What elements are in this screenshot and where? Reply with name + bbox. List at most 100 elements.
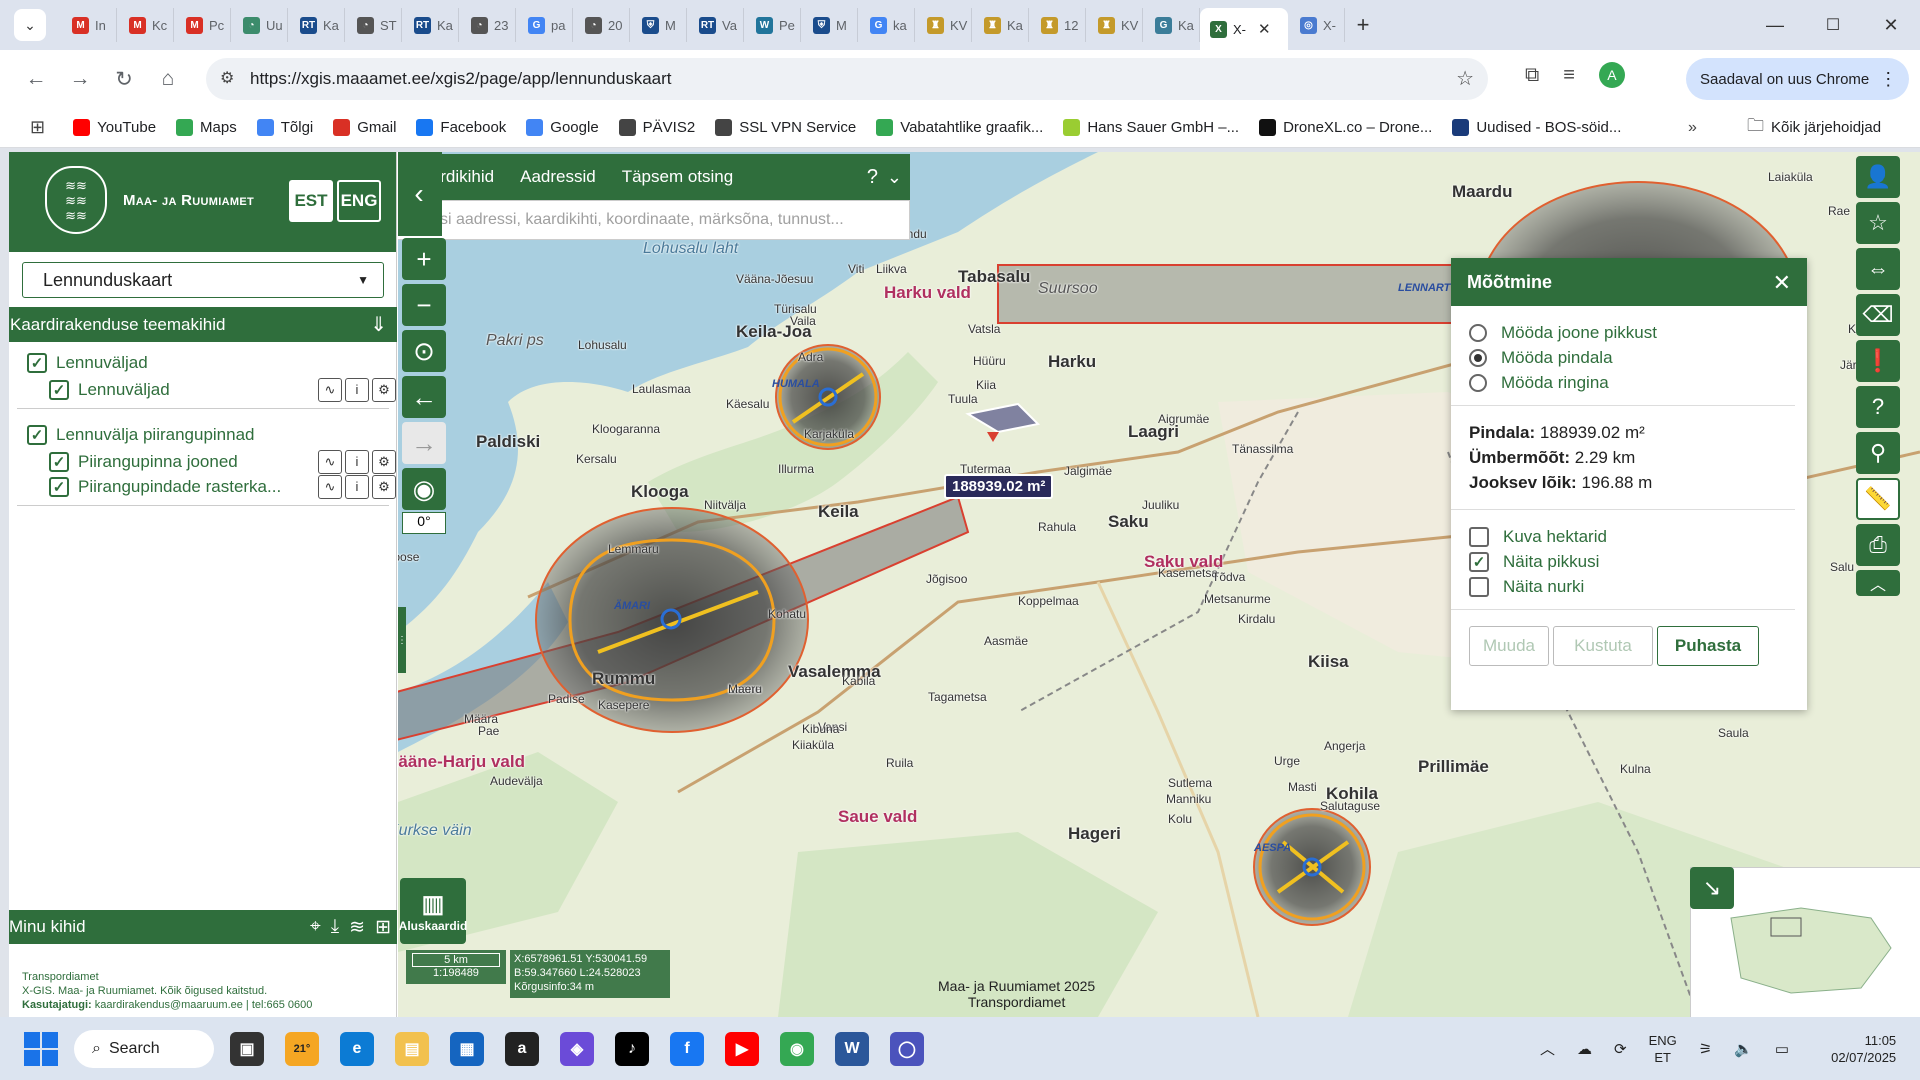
layer-item[interactable]: ✓ Lennuväljad ∿ i ⚙	[9, 377, 397, 402]
extensions-icon[interactable]: ⧉	[1525, 64, 1539, 87]
taskbar-search[interactable]: ⌕ Search	[74, 1029, 214, 1068]
bookmark-item[interactable]: Tõlgi	[256, 119, 313, 136]
bookmark-item[interactable]: YouTube	[73, 119, 156, 136]
measure-option[interactable]: Mööda pindala	[1469, 345, 1777, 370]
bookmark-star-icon[interactable]: ☆	[1456, 66, 1474, 91]
browser-tab[interactable]: ◔ 20	[573, 8, 630, 42]
lang-eng-button[interactable]: ENG	[337, 180, 381, 222]
browser-tab[interactable]: ◔ 23	[459, 8, 516, 42]
location-button[interactable]: ⚲	[1856, 432, 1900, 474]
browser-tab[interactable]: RT Ka	[402, 8, 459, 42]
user-button[interactable]: 👤	[1856, 156, 1900, 198]
taskbar-word-icon[interactable]: W	[835, 1031, 869, 1066]
battery-icon[interactable]: ▭	[1775, 1040, 1789, 1058]
taskbar-youtube-icon[interactable]: ▶	[725, 1031, 759, 1066]
update-chrome-button[interactable]: Saadaval on uus Chrome ⋮	[1686, 58, 1910, 100]
bookmark-item[interactable]: PÄVIS2	[618, 119, 695, 136]
apps-grid-icon[interactable]: ⊞	[30, 117, 45, 138]
legend-icon[interactable]: ∿	[318, 377, 342, 402]
collapse-sidebar-button[interactable]: ‹	[398, 152, 442, 236]
collapse-icon[interactable]: ⌄	[887, 167, 902, 188]
north-button[interactable]: ◉	[402, 468, 446, 510]
measure-button[interactable]: 📏	[1856, 478, 1900, 520]
layer-item[interactable]: ✓ Piirangupindade rasterka... ∿ i ⚙	[9, 474, 397, 499]
clear-button[interactable]: Puhasta	[1657, 626, 1759, 666]
measure-checkbox-row[interactable]: Näita nurki	[1469, 574, 1777, 599]
more-bookmarks-icon[interactable]: »	[1688, 119, 1697, 137]
bookmark-item[interactable]: Google	[526, 119, 599, 136]
clock[interactable]: 11:05 02/07/2025	[1831, 1032, 1896, 1066]
taskbar-file-explorer-icon[interactable]: ▤	[395, 1031, 429, 1066]
browser-tab[interactable]: ♜ KV	[1086, 8, 1143, 42]
taskbar-facebook-icon[interactable]: f	[670, 1031, 704, 1066]
back-button[interactable]: ←	[14, 59, 58, 99]
kebab-menu-icon[interactable]: ⋮	[1879, 69, 1897, 90]
browser-tab[interactable]: M In	[60, 8, 117, 42]
browser-tab-active[interactable]: X X- ✕	[1200, 8, 1288, 50]
taskbar-edge-icon[interactable]: e	[340, 1031, 374, 1066]
settings-icon[interactable]: ⚙	[372, 474, 396, 499]
home-button[interactable]: ⌂	[146, 59, 190, 99]
wifi-icon[interactable]: ⚞	[1699, 1040, 1712, 1058]
browser-tab[interactable]: ◔ Uu	[231, 8, 288, 42]
info-icon[interactable]: i	[345, 474, 369, 499]
layer-checkbox[interactable]: ✓	[49, 476, 69, 497]
lang-est-button[interactable]: EST	[289, 180, 333, 222]
browser-tab[interactable]: Gka	[858, 8, 915, 42]
search-box[interactable]: ⌕ Otsi aadressi, kaardikihti, koordinaat…	[398, 200, 910, 240]
browser-tab[interactable]: M Kc	[117, 8, 174, 42]
bookmark-item[interactable]: SSL VPN Service	[715, 119, 856, 136]
expand-overview-button[interactable]: ↘	[1690, 867, 1734, 909]
measure-option[interactable]: Mööda joone pikkust	[1469, 320, 1777, 345]
add-folder-icon[interactable]: ⊞	[375, 916, 391, 939]
compare-button[interactable]: ⇔	[1856, 248, 1900, 290]
chevron-up-icon[interactable]: ︿	[1540, 1038, 1555, 1059]
help-button[interactable]: ?	[1856, 386, 1900, 428]
measure-option[interactable]: Mööda ringina	[1469, 370, 1777, 395]
help-icon[interactable]: ?	[867, 166, 878, 189]
browser-tab[interactable]: ⛨ M	[801, 8, 858, 42]
feedback-button[interactable]: ❗	[1856, 340, 1900, 382]
close-window-button[interactable]: ✕	[1862, 15, 1920, 36]
taskbar-ms-store-icon[interactable]: ▦	[450, 1031, 484, 1066]
layers-download-icon[interactable]: ⇓	[370, 312, 387, 337]
browser-tab[interactable]: Gpa	[516, 8, 573, 42]
start-button[interactable]	[24, 1031, 58, 1066]
tab-search-button[interactable]: ⌄	[14, 9, 46, 41]
bookmark-item[interactable]: Vabatahtlike graafik...	[876, 119, 1043, 136]
browser-tab[interactable]: G Ka	[1143, 8, 1200, 42]
layer-group[interactable]: ✓ Lennuvälja piirangupinnad	[9, 421, 397, 449]
browser-tab[interactable]: RT Ka	[288, 8, 345, 42]
checkbox[interactable]	[1469, 576, 1489, 597]
reload-button[interactable]: ↻	[102, 59, 146, 99]
site-info-icon[interactable]: ⚙	[220, 68, 234, 88]
legend-icon[interactable]: ∿	[318, 449, 342, 474]
browser-tab[interactable]: ⛨ M	[630, 8, 687, 42]
taskbar-copilot-icon[interactable]: ◯	[890, 1031, 924, 1066]
close-icon[interactable]: ✕	[1773, 270, 1791, 296]
legend-icon[interactable]: ∿	[318, 474, 342, 499]
bookmark-item[interactable]: Hans Sauer GmbH –...	[1063, 119, 1239, 136]
measure-checkbox-row[interactable]: ✓ Näita pikkusi	[1469, 549, 1777, 574]
settings-icon[interactable]: ⚙	[372, 449, 396, 474]
taskbar-chrome-icon[interactable]: ◉	[780, 1031, 814, 1066]
browser-tab[interactable]: ♜ KV	[915, 8, 972, 42]
browser-tab[interactable]: M Pc	[174, 8, 231, 42]
avatar[interactable]: A	[1598, 62, 1625, 88]
checkbox[interactable]: ✓	[1469, 551, 1489, 572]
tab-advanced-search[interactable]: Täpsem otsing	[622, 167, 734, 187]
forward-button[interactable]: →	[58, 59, 102, 99]
zoom-out-button[interactable]: −	[402, 284, 446, 326]
collapse-tools-button[interactable]: ︿	[1856, 570, 1900, 596]
layer-checkbox[interactable]: ✓	[49, 379, 69, 400]
zoom-in-button[interactable]: +	[402, 238, 446, 280]
bookmark-item[interactable]: Uudised - BOS-söid...	[1452, 119, 1621, 136]
browser-tab[interactable]: ◔ ST	[345, 8, 402, 42]
radio-button[interactable]	[1469, 323, 1487, 342]
close-tab-icon[interactable]: ✕	[1258, 20, 1271, 38]
locate-icon[interactable]: ⌖	[310, 916, 321, 939]
bookmark-item[interactable]: Gmail	[333, 119, 396, 136]
layer-item[interactable]: ✓ Piirangupinna jooned ∿ i ⚙	[9, 449, 397, 474]
print-button[interactable]: ⎙	[1856, 524, 1900, 566]
taskbar-amazon-icon[interactable]: a	[505, 1031, 539, 1066]
